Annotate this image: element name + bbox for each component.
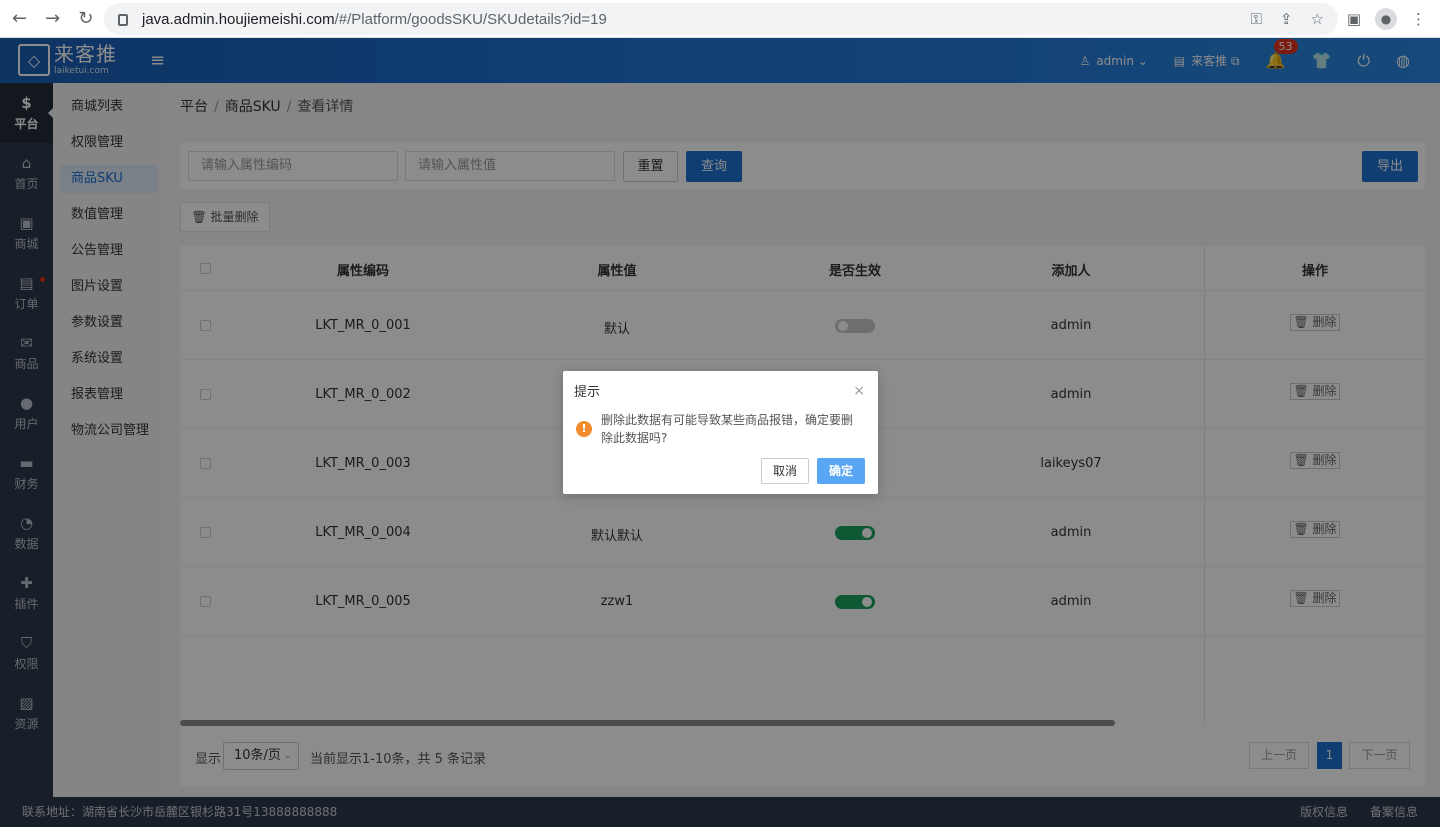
close-icon[interactable]: × [853, 384, 865, 398]
confirm-button[interactable]: 确定 [817, 458, 865, 484]
reload-icon[interactable]: ↻ [78, 9, 93, 28]
url-text[interactable]: java.admin.houjiemeishi.com/#/Platform/g… [142, 11, 607, 28]
url-host: java.admin.houjiemeishi.com [142, 10, 335, 28]
url-path: /#/Platform/goodsSKU/SKUdetails?id=19 [334, 10, 607, 28]
back-icon[interactable]: ← [12, 9, 27, 28]
key-icon[interactable]: ⚿ [1251, 10, 1262, 28]
star-icon[interactable]: ☆ [1311, 10, 1324, 28]
address-bar[interactable]: java.admin.houjiemeishi.com/#/Platform/g… [104, 3, 1338, 35]
lock-icon[interactable] [118, 14, 128, 26]
browser-menu-icon[interactable]: ⋮ [1411, 10, 1426, 28]
warning-icon: ! [576, 421, 592, 437]
cancel-button[interactable]: 取消 [761, 458, 809, 484]
browser-toolbar: ← → ↻ java.admin.houjiemeishi.com/#/Plat… [0, 0, 1440, 38]
side-panel-icon[interactable]: ▣ [1347, 10, 1361, 28]
dialog-message: 删除此数据有可能导致某些商品报错，确定要删除此数据吗? [601, 413, 854, 445]
forward-icon[interactable]: → [45, 9, 60, 28]
profile-icon[interactable]: ● [1375, 8, 1397, 30]
share-icon[interactable]: ⇪ [1280, 10, 1293, 28]
dialog-title: 提示 [574, 385, 601, 400]
confirm-dialog: 提示 × ! 删除此数据有可能导致某些商品报错，确定要删除此数据吗? 取消 确定 [563, 371, 878, 494]
